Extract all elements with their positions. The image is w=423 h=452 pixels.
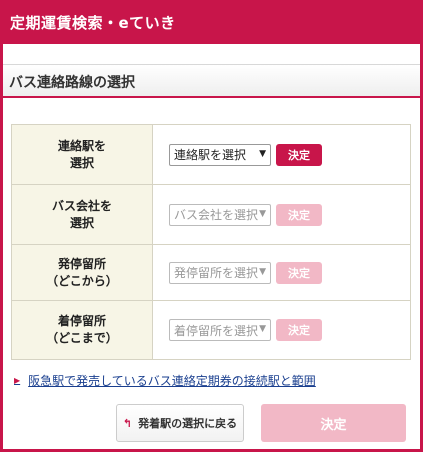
station-decide-button[interactable]: 決定 [276, 143, 322, 166]
table-row: 着停留所 （どこまで） 着停留所を選択 ▼ 決定 [12, 301, 410, 359]
row-label-arrival-stop: 着停留所 （どこまで） [12, 301, 153, 359]
chevron-down-icon: ▼ [259, 208, 266, 219]
row-label-bus-company: バス会社を 選択 [12, 185, 153, 244]
arrival-stop-decide-button[interactable]: 決定 [276, 319, 322, 341]
row-label-departure-stop: 発停留所 （どこから） [12, 245, 153, 300]
section-title: バス連絡路線の選択 [3, 64, 420, 98]
departure-stop-select[interactable]: 発停留所を選択 ▼ [169, 261, 271, 284]
submit-button[interactable]: 決定 [261, 404, 406, 442]
chevron-down-icon: ▼ [259, 324, 266, 334]
return-arrow-icon: ↰ [122, 416, 133, 430]
departure-stop-decide-button[interactable]: 決定 [276, 261, 322, 284]
table-row: 発停留所 （どこから） 発停留所を選択 ▼ 決定 [12, 245, 410, 301]
station-select[interactable]: 連絡駅を選択 ▼ [169, 143, 271, 166]
page-title: 定期運賃検索・eていき [0, 0, 423, 44]
bus-company-decide-button[interactable]: 決定 [276, 203, 322, 226]
table-row: 連絡駅を 選択 連絡駅を選択 ▼ 決定 [12, 125, 410, 185]
bus-company-select[interactable]: バス会社を選択 ▼ [169, 203, 271, 226]
bus-range-link[interactable]: ▶ 阪急駅で発売しているバス連絡定期券の接続駅と範囲 [14, 372, 316, 389]
back-to-stations-button[interactable]: ↰ 発着駅の選択に戻る [116, 404, 244, 442]
arrival-stop-select[interactable]: 着停留所を選択 ▼ [169, 319, 271, 341]
row-label-station: 連絡駅を 選択 [12, 125, 153, 184]
chevron-down-icon: ▼ [259, 266, 266, 277]
selection-table: 連絡駅を 選択 連絡駅を選択 ▼ 決定 バス会社を 選択 バス会社を選択 ▼ 決… [11, 124, 411, 360]
triangle-right-icon: ▶ [14, 376, 21, 385]
chevron-down-icon: ▼ [259, 148, 266, 159]
table-row: バス会社を 選択 バス会社を選択 ▼ 決定 [12, 185, 410, 245]
